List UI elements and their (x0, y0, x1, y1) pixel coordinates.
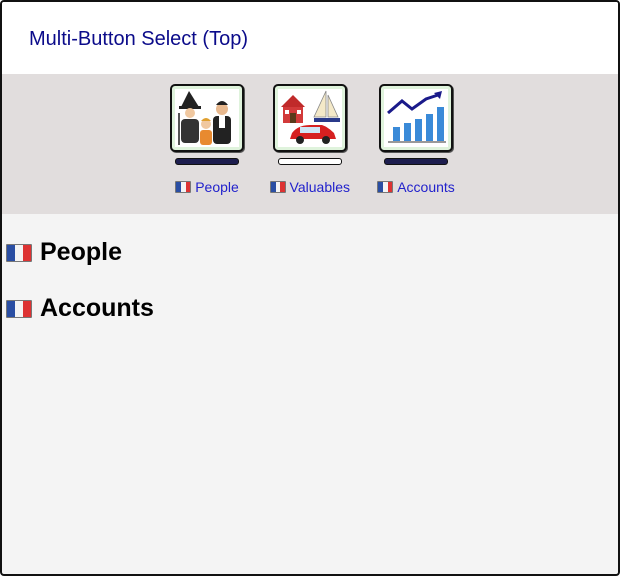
people-label: People (195, 179, 239, 195)
content-area: People Accounts (2, 214, 618, 574)
accounts-tile[interactable] (379, 84, 453, 152)
accounts-button[interactable]: Accounts (376, 84, 456, 195)
growth-chart-icon (384, 89, 448, 147)
house-boat-car-icon (278, 89, 342, 147)
valuables-button[interactable]: Valuables (270, 84, 350, 195)
app-window: Multi-Button Select (Top) People Valuabl… (0, 0, 620, 576)
french-flag-icon (270, 181, 286, 193)
people-link[interactable]: People (167, 179, 247, 195)
accounts-label: Accounts (397, 179, 455, 195)
french-flag-icon (6, 243, 32, 262)
section-title: Accounts (40, 294, 154, 322)
french-flag-icon (6, 299, 32, 318)
people-tile[interactable] (170, 84, 244, 152)
valuables-label: Valuables (289, 179, 350, 195)
family-icon (175, 89, 239, 147)
valuables-selected-indicator (278, 158, 342, 165)
page-title: Multi-Button Select (Top) (29, 28, 248, 50)
french-flag-icon (377, 181, 394, 193)
people-selected-indicator (175, 158, 239, 165)
button-toolbar: People Valuables Accounts (2, 74, 618, 214)
people-button[interactable]: People (167, 84, 247, 195)
title-bar: Multi-Button Select (Top) (2, 2, 618, 74)
section-heading-people: People (6, 238, 122, 267)
valuables-link[interactable]: Valuables (270, 179, 350, 195)
section-heading-accounts: Accounts (6, 294, 154, 323)
accounts-selected-indicator (384, 158, 448, 165)
section-title: People (40, 238, 122, 266)
valuables-tile[interactable] (273, 84, 347, 152)
accounts-link[interactable]: Accounts (376, 179, 456, 195)
french-flag-icon (175, 181, 192, 193)
